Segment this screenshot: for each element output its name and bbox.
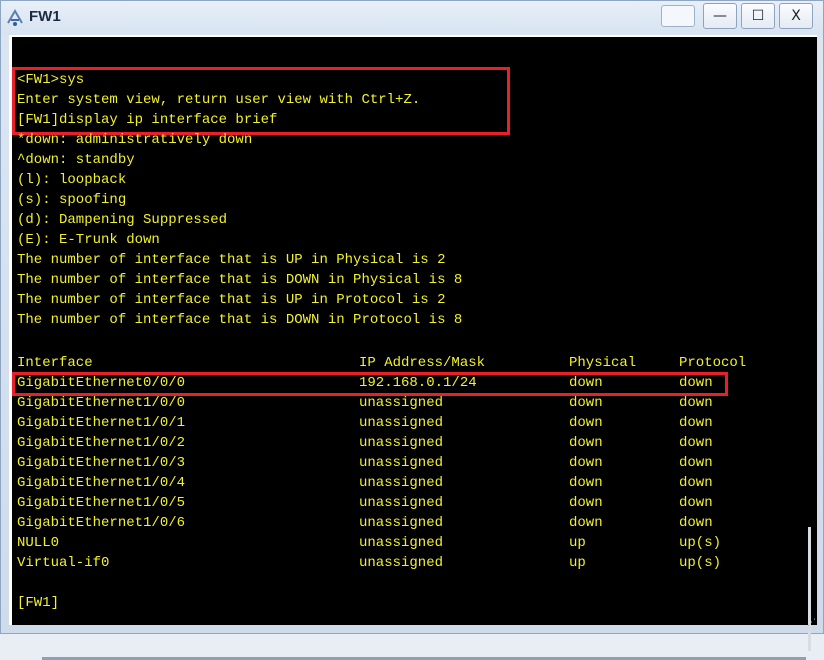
table-cell: GigabitEthernet1/0/1 [17, 415, 186, 431]
table-cell: unassigned [359, 435, 444, 451]
close-button[interactable]: X [779, 3, 813, 29]
terminal-line: <FW1>sys [17, 72, 85, 88]
table-cell: down [569, 515, 603, 531]
table-cell: down [569, 375, 603, 391]
terminal-window: FW1 — ☐ X <FW1>sys Enter system view, ret… [0, 0, 824, 660]
table-cell: down [569, 475, 603, 491]
table-cell: down [569, 415, 603, 431]
terminal-line: ^down: standby [17, 152, 135, 168]
terminal-line: The number of interface that is UP in Ph… [17, 252, 446, 268]
terminal-line: (E): E-Trunk down [17, 232, 160, 248]
table-header-cell: Interface [17, 355, 93, 371]
window-title: FW1 [29, 8, 61, 25]
table-cell: down [679, 455, 713, 471]
table-cell: GigabitEthernet1/0/4 [17, 475, 186, 491]
window-thumbnail-icon[interactable] [661, 5, 695, 27]
terminal-line: (d): Dampening Suppressed [17, 212, 228, 228]
table-cell: 192.168.0.1/24 [359, 375, 477, 391]
table-header-cell: IP Address/Mask [359, 355, 486, 371]
terminal-line: Enter system view, return user view with… [17, 92, 421, 108]
table-cell: down [569, 395, 603, 411]
vertical-scrollbar[interactable] [808, 527, 811, 651]
table-cell: up(s) [679, 535, 722, 551]
table-cell: up [569, 535, 586, 551]
table-cell: GigabitEthernet0/0/0 [17, 375, 186, 391]
table-cell: unassigned [359, 415, 444, 431]
terminal-line: (s): spoofing [17, 192, 127, 208]
table-header-cell: Protocol [679, 355, 747, 371]
terminal-app-icon [7, 9, 23, 26]
table-cell: GigabitEthernet1/0/2 [17, 435, 186, 451]
table-cell: unassigned [359, 515, 444, 531]
table-cell: down [679, 435, 713, 451]
table-header-cell: Physical [569, 355, 637, 371]
table-cell: unassigned [359, 475, 444, 491]
terminal-line: The number of interface that is UP in Pr… [17, 292, 446, 308]
title-bar[interactable]: FW1 — ☐ X [1, 1, 823, 35]
terminal-line: [FW1]display ip interface brief [17, 112, 278, 128]
table-cell: down [569, 495, 603, 511]
resize-grip-icon[interactable]: ⋰ [807, 618, 819, 630]
table-cell: unassigned [359, 395, 444, 411]
table-cell: down [679, 375, 713, 391]
table-cell: unassigned [359, 455, 444, 471]
maximize-button[interactable]: ☐ [741, 3, 775, 29]
minimize-button[interactable]: — [703, 3, 737, 29]
table-cell: up [569, 555, 586, 571]
table-cell: NULL0 [17, 535, 60, 551]
terminal-line: *down: administratively down [17, 132, 253, 148]
table-cell: down [569, 455, 603, 471]
table-cell: down [679, 415, 713, 431]
table-cell: GigabitEthernet1/0/5 [17, 495, 186, 511]
terminal-line: The number of interface that is DOWN in … [17, 312, 463, 328]
terminal-line: (l): loopback [17, 172, 127, 188]
table-cell: Virtual-if0 [17, 555, 110, 571]
command-prompt[interactable]: [FW1] [17, 593, 59, 613]
table-cell: GigabitEthernet1/0/3 [17, 455, 186, 471]
terminal-output[interactable]: <FW1>sys Enter system view, return user v… [9, 35, 817, 660]
terminal-line: The number of interface that is DOWN in … [17, 272, 463, 288]
table-cell: GigabitEthernet1/0/6 [17, 515, 186, 531]
table-cell: up(s) [679, 555, 722, 571]
table-cell: down [679, 395, 713, 411]
table-cell: unassigned [359, 555, 444, 571]
table-cell: down [679, 495, 713, 511]
table-cell: unassigned [359, 495, 444, 511]
table-cell: GigabitEthernet1/0/0 [17, 395, 186, 411]
table-cell: down [679, 475, 713, 491]
table-cell: down [569, 435, 603, 451]
table-cell: down [679, 515, 713, 531]
table-cell: unassigned [359, 535, 444, 551]
